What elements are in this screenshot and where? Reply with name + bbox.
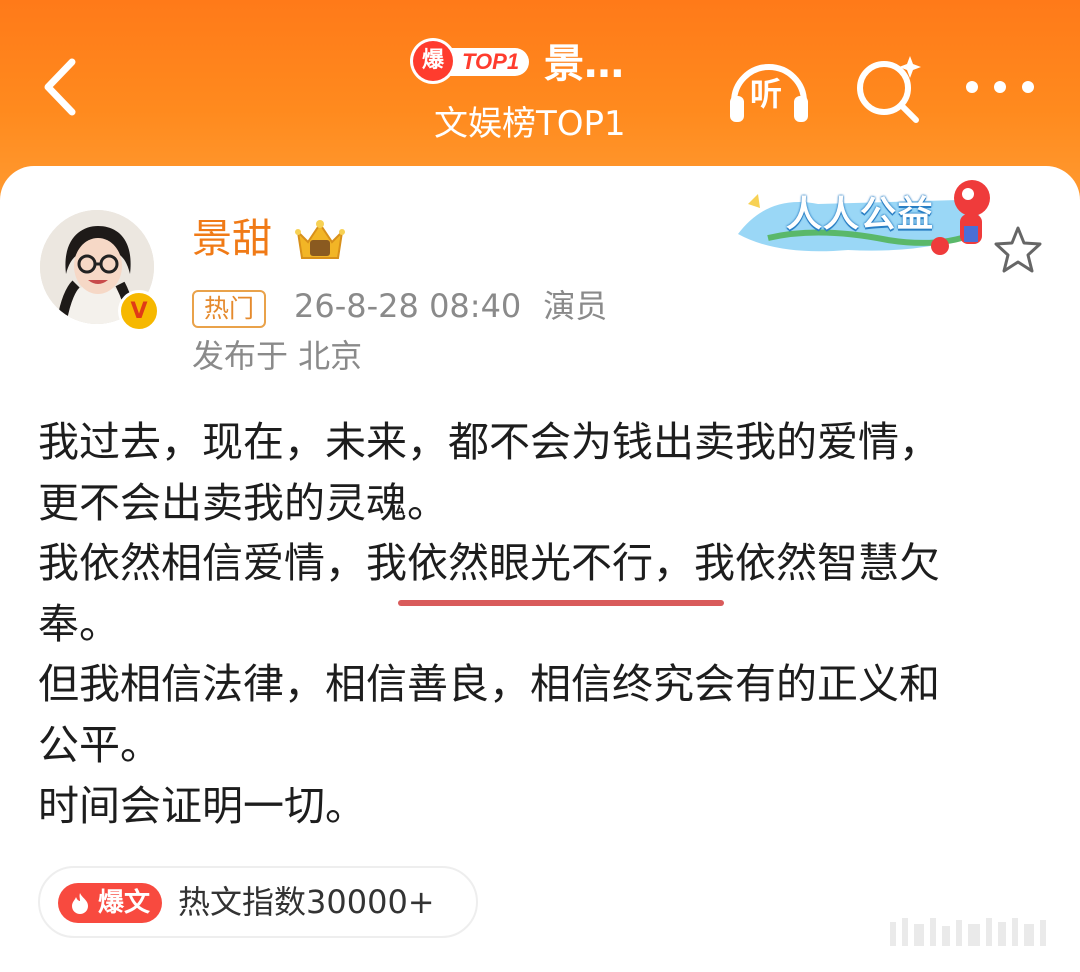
post-timestamp: 26-8-28 08:40: [294, 287, 522, 325]
post-line: 更不会出卖我的灵魂。: [38, 478, 448, 527]
post-line: 公平。: [38, 720, 161, 769]
post-line: 但我相信法律，相信善良，相信终究会有的正义和: [38, 660, 940, 709]
author-name[interactable]: 景甜: [192, 212, 272, 266]
topic-subtitle: 文娱榜TOP1: [434, 104, 626, 144]
hot-tag: 热门: [192, 290, 267, 328]
hot-index-pill[interactable]: 爆文 热文指数30000+: [38, 866, 478, 938]
listen-label: 听: [750, 75, 783, 113]
star-outline-icon: [994, 226, 1042, 273]
watermark-logo: [884, 912, 1064, 952]
post-line: 时间会证明一切。: [38, 781, 366, 830]
hot-article-badge: 爆文: [58, 883, 162, 923]
hot-topic-title[interactable]: TOP1 爆 景… 文娱榜TOP1: [410, 36, 690, 156]
post-line: 我过去，现在，未来，都不会为钱出卖我的爱情，: [38, 418, 940, 466]
more-dots-icon: [966, 81, 1034, 93]
hot-index-text: 热文指数30000+: [178, 883, 435, 921]
phrase-underline: [398, 600, 724, 606]
search-sparkle-icon: [857, 56, 921, 123]
favorite-button[interactable]: [992, 224, 1044, 276]
post-meta: 26-8-28 08:40 演员: [294, 282, 607, 330]
post-location: 发布于 北京: [192, 337, 363, 375]
back-button[interactable]: [28, 52, 98, 122]
bao-badge: 爆: [410, 38, 456, 84]
charity-banner-label: 人人公益: [786, 194, 935, 235]
search-button[interactable]: [852, 52, 926, 126]
author-role: 演员: [543, 287, 608, 325]
chevron-left-icon: [44, 58, 76, 116]
more-button[interactable]: [962, 72, 1038, 102]
post-content: 我过去，现在，未来，都不会为钱出卖我的爱情， 更不会出卖我的灵魂。 我依然相信爱…: [38, 412, 1048, 836]
verified-v-icon: V: [118, 290, 160, 332]
topic-name: 景…: [544, 41, 624, 87]
post-line: 我依然相信爱情，我依然眼光不行，我依然智慧欠: [38, 539, 940, 588]
bao-badge-label: 爆: [413, 41, 453, 81]
top-rank-badge: TOP1: [446, 48, 530, 76]
hot-article-badge-label: 爆文: [98, 888, 151, 918]
listen-button[interactable]: 听: [724, 56, 814, 126]
flame-icon: [72, 893, 88, 914]
crown-vip-icon[interactable]: [292, 216, 348, 266]
